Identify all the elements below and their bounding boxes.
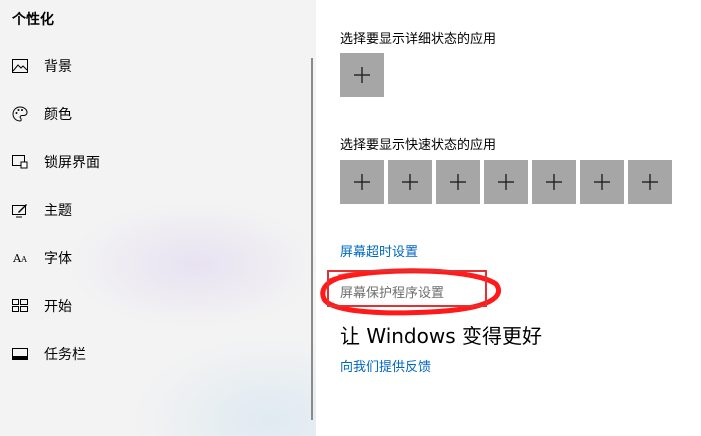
sidebar-item-label: 开始 <box>44 299 72 315</box>
theme-icon <box>11 202 29 218</box>
sidebar-item-colors[interactable]: 颜色 <box>0 94 300 134</box>
quick-status-add-button[interactable] <box>532 160 576 204</box>
sidebar-item-label: 任务栏 <box>44 347 86 363</box>
plus-icon <box>402 174 418 190</box>
plus-icon <box>594 174 610 190</box>
quick-status-add-button[interactable] <box>436 160 480 204</box>
plus-icon <box>642 174 658 190</box>
image-icon <box>11 58 29 74</box>
screen-timeout-link[interactable]: 屏幕超时设置 <box>340 241 418 260</box>
palette-icon <box>11 106 29 122</box>
quick-status-add-button[interactable] <box>484 160 528 204</box>
quick-status-add-button[interactable] <box>628 160 672 204</box>
detailed-status-add-button[interactable] <box>340 53 384 97</box>
lock-screen-icon <box>11 154 29 170</box>
plus-icon <box>498 174 514 190</box>
plus-icon <box>546 174 562 190</box>
sidebar-scrollbar[interactable] <box>311 58 313 420</box>
sidebar-title: 个性化 <box>12 12 54 28</box>
sidebar-item-label: 颜色 <box>44 107 72 123</box>
feedback-link[interactable]: 向我们提供反馈 <box>340 356 431 375</box>
sidebar-item-label: 字体 <box>44 251 72 267</box>
sidebar-item-fonts[interactable]: AA 字体 <box>0 238 300 278</box>
start-icon <box>11 298 29 314</box>
improve-windows-heading: 让 Windows 变得更好 <box>340 324 542 348</box>
quick-status-add-button[interactable] <box>340 160 384 204</box>
plus-icon <box>450 174 466 190</box>
sidebar-item-label: 锁屏界面 <box>44 155 100 171</box>
sidebar-item-label: 背景 <box>44 59 72 75</box>
quick-status-label: 选择要显示快速状态的应用 <box>340 138 497 153</box>
sidebar-item-label: 主题 <box>44 203 72 219</box>
sidebar-item-taskbar[interactable]: 任务栏 <box>0 334 300 374</box>
sidebar-item-background[interactable]: 背景 <box>0 46 300 86</box>
sidebar: 个性化 背景 颜色 锁屏界面 主题 AA 字体 开始 任务栏 <box>0 0 316 436</box>
sidebar-item-start[interactable]: 开始 <box>0 286 300 326</box>
taskbar-icon <box>11 346 29 362</box>
quick-status-add-button[interactable] <box>580 160 624 204</box>
sidebar-item-themes[interactable]: 主题 <box>0 190 300 230</box>
quick-status-add-button[interactable] <box>388 160 432 204</box>
detailed-status-label: 选择要显示详细状态的应用 <box>340 32 497 47</box>
screen-saver-settings-link[interactable]: 屏幕保护程序设置 <box>340 282 444 301</box>
plus-icon <box>354 67 370 83</box>
plus-icon <box>354 174 370 190</box>
font-icon: AA <box>13 251 27 265</box>
sidebar-item-lock-screen[interactable]: 锁屏界面 <box>0 142 300 182</box>
